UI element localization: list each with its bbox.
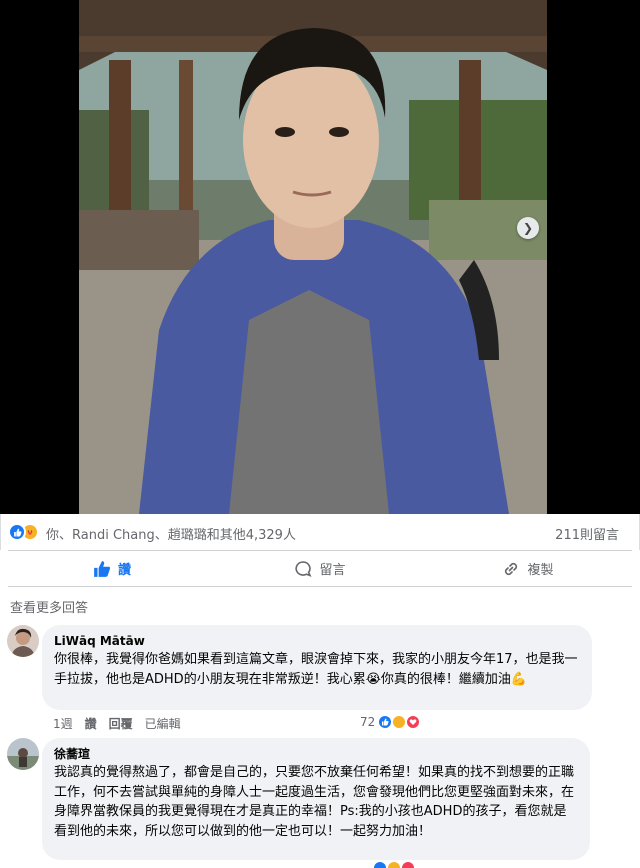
chevron-right-icon: ❯ — [522, 221, 534, 235]
comment-text: 你很棒，我覺得你爸媽如果看到這篇文章，眼淚會掉下來，我家的小朋友今年17，也是我… — [54, 652, 578, 687]
comment-author[interactable]: 徐蕎瑄 — [54, 746, 578, 762]
comment-text: 我認真的覺得熬過了，都會是自己的，只要您不放棄任何希望！如果真的找不到想要的正職… — [54, 765, 575, 839]
link-icon — [505, 562, 518, 575]
view-more-replies-link[interactable]: 查看更多回答 — [10, 597, 88, 616]
comment-edited-label: 已編輯 — [144, 717, 181, 731]
post-photo[interactable] — [79, 0, 547, 514]
comment-reaction-count: 72 — [360, 715, 376, 729]
comment-reactions[interactable] — [372, 860, 416, 868]
action-bar: 讚 留言 複製 — [8, 550, 632, 587]
thumbs-up-icon — [94, 560, 110, 577]
comment-reply-button[interactable]: 回覆 — [109, 715, 133, 732]
reactions-summary: 你、Randi Chang、趙璐璐和其他4,329人 211則留言 — [0, 514, 640, 550]
love-icon — [405, 714, 422, 730]
comment-bubble: 徐蕎瑄 我認真的覺得熬過了，都會是自己的，只要您不放棄任何希望！如果真的找不到想… — [42, 738, 590, 860]
like-label: 讚 — [117, 563, 131, 578]
share-label: 複製 — [527, 563, 554, 578]
comment-button[interactable]: 留言 — [216, 551, 424, 586]
comment-meta: 1週 讚 回覆 已編輯 — [53, 715, 181, 732]
reaction-icons[interactable] — [8, 523, 39, 541]
comment-bubble: LiWāq Mātāw 你很棒，我覺得你爸媽如果看到這篇文章，眼淚會掉下來，我家… — [42, 625, 592, 710]
share-button[interactable]: 複製 — [424, 551, 632, 586]
photo-viewer: ❯ — [0, 0, 640, 514]
comment-author[interactable]: LiWāq Mātāw — [54, 633, 580, 649]
comment-icon — [295, 560, 312, 577]
comment-like-button[interactable]: 讚 — [85, 715, 97, 732]
comment-reactions[interactable]: 72 — [360, 714, 422, 730]
avatar[interactable] — [7, 738, 39, 770]
like-button[interactable]: 讚 — [8, 551, 216, 586]
love-icon — [400, 860, 416, 868]
reaction-names[interactable]: 你、Randi Chang、趙璐璐和其他4,329人 — [46, 524, 296, 543]
comment-label: 留言 — [319, 563, 346, 578]
next-photo-button[interactable]: ❯ — [517, 217, 539, 239]
like-icon — [8, 523, 26, 541]
avatar[interactable] — [7, 625, 39, 657]
comment-time[interactable]: 1週 — [53, 715, 73, 732]
comment-count[interactable]: 211則留言 — [555, 524, 619, 543]
